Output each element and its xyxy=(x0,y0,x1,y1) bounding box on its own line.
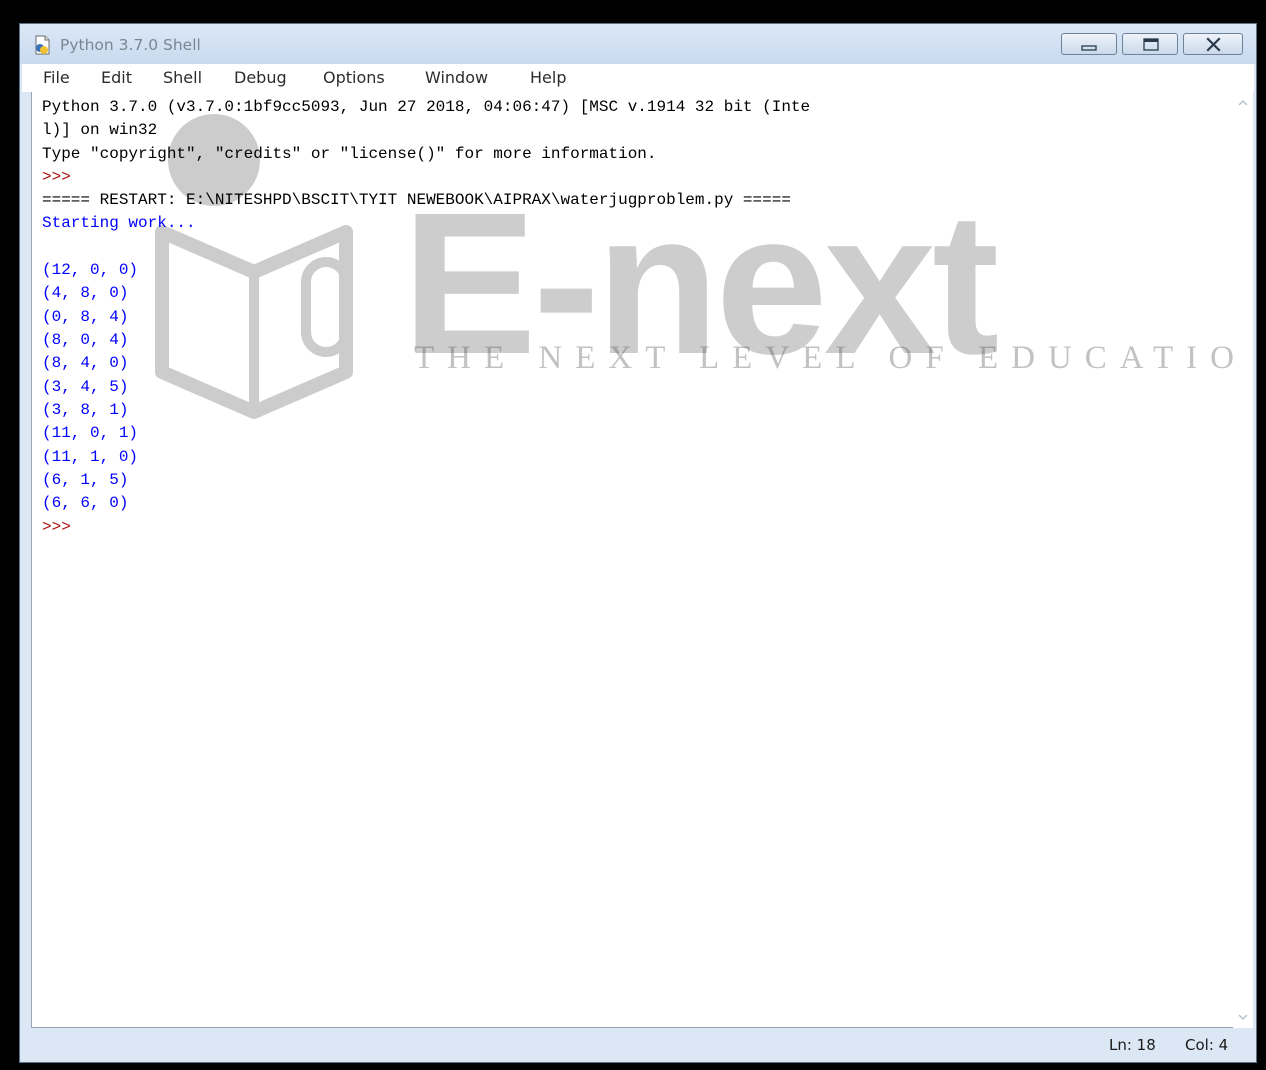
minimize-button[interactable] xyxy=(1061,33,1117,55)
menu-debug[interactable]: Debug xyxy=(234,68,287,87)
window-title: Python 3.7.0 Shell xyxy=(60,36,201,54)
close-icon xyxy=(1206,37,1221,52)
output-line: (11, 1, 0) xyxy=(42,448,139,466)
output-line: (11, 0, 1) xyxy=(42,424,139,442)
menu-window[interactable]: Window xyxy=(425,68,488,87)
minimize-icon xyxy=(1081,45,1097,51)
scroll-up-icon[interactable] xyxy=(1236,96,1250,110)
restart-line: ===== RESTART: E:\NITESHPD\BSCIT\TYIT NE… xyxy=(42,191,791,209)
output-line: (3, 8, 1) xyxy=(42,401,129,419)
idle-shell-window: Python 3.7.0 Shell File Edit Shell Debug… xyxy=(19,23,1257,1063)
banner-line-3: Type "copyright", "credits" or "license(… xyxy=(42,145,657,163)
status-column: Col: 4 xyxy=(1185,1036,1229,1054)
status-line: Ln: 18 xyxy=(1109,1036,1156,1054)
watermark-tagline: THE NEXT LEVEL OF EDUCATION xyxy=(414,340,1240,376)
output-line: (4, 8, 0) xyxy=(42,284,129,302)
title-bar[interactable]: Python 3.7.0 Shell xyxy=(20,24,1256,64)
menu-edit[interactable]: Edit xyxy=(101,68,132,87)
output-line: (0, 8, 4) xyxy=(42,308,129,326)
menu-bar: File Edit Shell Debug Options Window Hel… xyxy=(22,64,1254,92)
output-line: (8, 0, 4) xyxy=(42,331,129,349)
menu-file[interactable]: File xyxy=(43,68,70,87)
output-line: (8, 4, 0) xyxy=(42,354,129,372)
menu-shell[interactable]: Shell xyxy=(163,68,202,87)
prompt: >>> xyxy=(42,168,71,186)
menu-options[interactable]: Options xyxy=(323,68,385,87)
watermark-brand: E-next xyxy=(402,170,999,396)
maximize-button[interactable] xyxy=(1122,33,1178,55)
banner-line-1: Python 3.7.0 (v3.7.0:1bf9cc5093, Jun 27 … xyxy=(42,98,811,116)
close-button[interactable] xyxy=(1183,33,1243,55)
final-prompt[interactable]: >>> xyxy=(42,516,71,539)
output-line: (12, 0, 0) xyxy=(42,261,139,279)
maximize-icon xyxy=(1143,38,1159,51)
output-line: (3, 4, 5) xyxy=(42,378,129,396)
scroll-down-icon[interactable] xyxy=(1236,1010,1250,1024)
banner-line-2: l)] on win32 xyxy=(42,121,158,139)
output-line: (6, 1, 5) xyxy=(42,471,129,489)
status-bar: Ln: 18 Col: 4 xyxy=(20,1028,1256,1062)
shell-console[interactable]: E-next THE NEXT LEVEL OF EDUCATION Pytho… xyxy=(31,92,1240,1028)
python-idle-icon[interactable] xyxy=(32,34,54,56)
starting-line: Starting work... xyxy=(42,214,196,232)
vertical-scrollbar[interactable] xyxy=(1233,92,1253,1028)
menu-help[interactable]: Help xyxy=(530,68,566,87)
output-line: (6, 6, 0) xyxy=(42,494,129,512)
